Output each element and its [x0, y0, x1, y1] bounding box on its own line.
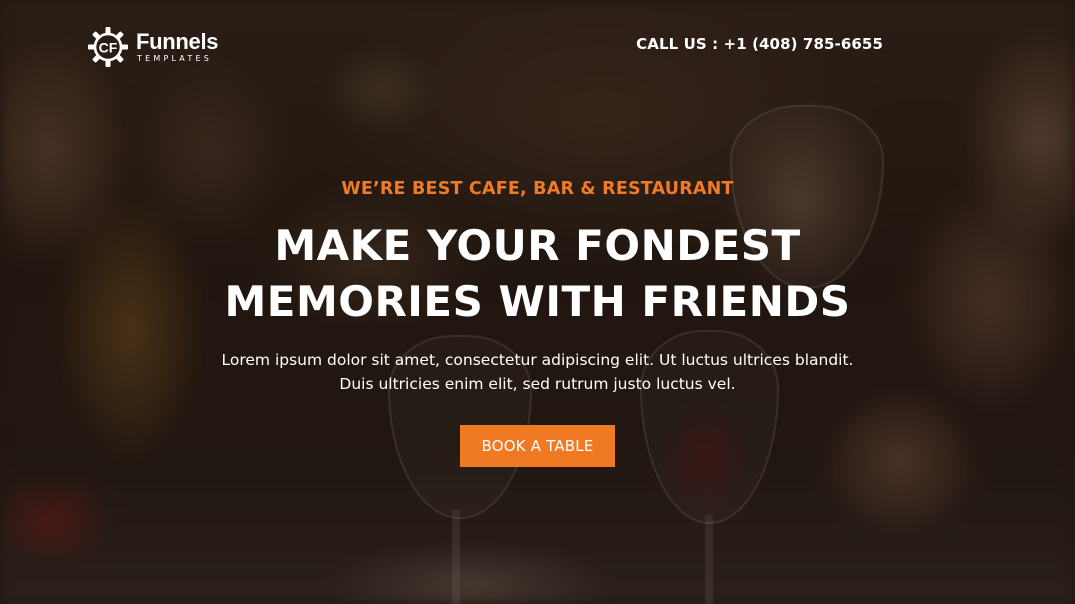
brand-name: Funnels [136, 29, 219, 54]
brand-logo[interactable]: CF Funnels TEMPLATES [86, 25, 219, 69]
hero-description-line1: Lorem ipsum dolor sit amet, consectetur … [221, 351, 854, 369]
hero-eyebrow: WE’RE BEST CAFE, BAR & RESTAURANT [341, 179, 734, 199]
call-us-phone-link[interactable]: CALL US : +1 (408) 785-6655 [636, 35, 883, 53]
hero-headline-line2: MEMORIES WITH FRIENDS [224, 277, 851, 326]
book-a-table-button[interactable]: BOOK A TABLE [460, 425, 615, 467]
hero-description-line2: Duis ultricies enim elit, sed rutrum jus… [339, 375, 736, 393]
gear-cf-logo-icon: CF [88, 27, 128, 67]
svg-text:CF: CF [99, 40, 118, 56]
hero-headline: MAKE YOUR FONDEST MEMORIES WITH FRIENDS [0, 218, 1075, 330]
brand-tagline: TEMPLATES [137, 54, 212, 63]
hero-content: WE’RE BEST CAFE, BAR & RESTAURANT MAKE Y… [0, 176, 1075, 467]
hero-description: Lorem ipsum dolor sit amet, consectetur … [158, 348, 918, 396]
hero-headline-line1: MAKE YOUR FONDEST [274, 221, 801, 270]
hero-section: CF Funnels TEMPLATES CALL US : +1 (408) … [0, 0, 1075, 604]
brand-wordmark: Funnels TEMPLATES [136, 29, 219, 63]
